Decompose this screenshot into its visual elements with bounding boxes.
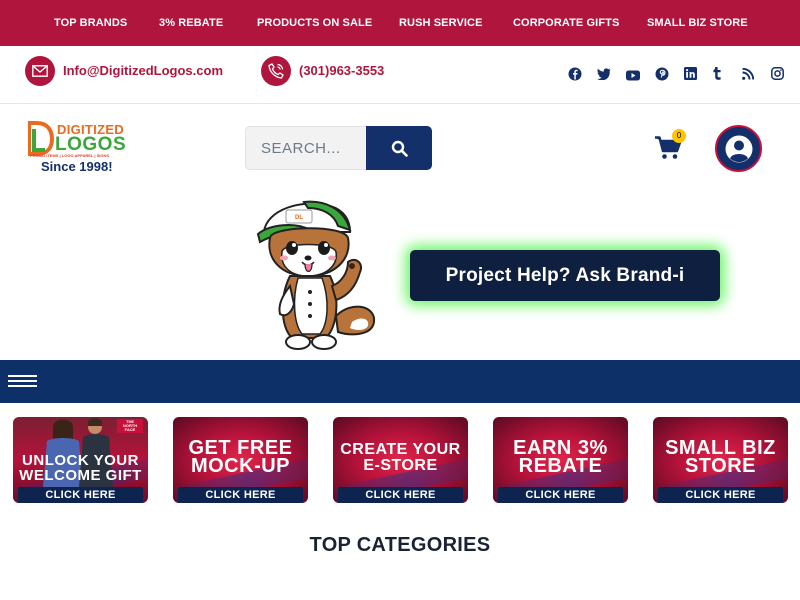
tumblr-icon[interactable]: [713, 67, 727, 81]
phone-icon: [261, 56, 291, 86]
contact-bar: Info@DigitizedLogos.com (301)963-3553: [0, 46, 800, 104]
promo-rebate-line2: REBATE: [518, 455, 603, 477]
promo-welcome-cta: CLICK HERE: [18, 487, 143, 503]
promo-smallbiz-cta: CLICK HERE: [658, 487, 783, 503]
promo-mockup-cta: CLICK HERE: [178, 487, 303, 503]
promo-welcome-line2: WELCOME GIFT: [19, 467, 142, 484]
section-title-top-categories: TOP CATEGORIES: [309, 534, 491, 556]
twitter-icon[interactable]: [597, 67, 611, 81]
nav-small-biz-store[interactable]: SMALL BIZ STORE: [647, 17, 748, 29]
cart-count-badge: 0: [672, 129, 686, 143]
promo-welcome-gift[interactable]: THE NORTH FACE UNLOCK YOUR WELCOME GIFT …: [13, 417, 148, 503]
email-icon: [25, 56, 55, 86]
svg-text:DL: DL: [295, 215, 303, 221]
nav-top-brands[interactable]: TOP BRANDS: [54, 17, 127, 29]
hamburger-menu-icon[interactable]: [8, 375, 37, 387]
promo-estore-line1: CREATE YOUR: [340, 441, 461, 458]
pinterest-icon[interactable]: [655, 67, 669, 81]
search-icon: [391, 140, 408, 157]
nav-rush-service[interactable]: RUSH SERVICE: [399, 17, 483, 29]
promo-mockup-line2: MOCK-UP: [190, 455, 291, 477]
youtube-icon[interactable]: [626, 68, 640, 81]
linkedin-icon[interactable]: [684, 67, 698, 81]
nav-rebate[interactable]: 3% REBATE: [159, 17, 223, 29]
promo-small-biz-store[interactable]: SMALL BIZ STORE CLICK HERE: [653, 417, 788, 503]
site-logo[interactable]: DIGITIZED LOGOS PROMO ITEMS | LOGO APPAR…: [27, 121, 130, 177]
nav-products-on-sale[interactable]: PRODUCTS ON SALE: [257, 17, 372, 29]
facebook-icon[interactable]: [568, 67, 582, 81]
top-nav: TOP BRANDS 3% REBATE PRODUCTS ON SALE RU…: [0, 0, 800, 46]
promo-create-estore[interactable]: CREATE YOUR E-STORE CLICK HERE: [333, 417, 468, 503]
search-input[interactable]: SEARCH...: [245, 126, 366, 170]
account-button[interactable]: [715, 125, 762, 172]
promo-estore-line2: E-STORE: [363, 457, 438, 474]
promo-smallbiz-line2: STORE: [684, 455, 757, 477]
promo-free-mockup[interactable]: GET FREE MOCK-UP CLICK HERE: [173, 417, 308, 503]
rss-icon[interactable]: [742, 67, 756, 81]
instagram-icon[interactable]: [771, 67, 785, 81]
search-box: SEARCH...: [245, 126, 432, 170]
main-menu-bar: [0, 360, 800, 403]
north-face-badge: THE NORTH FACE: [122, 419, 138, 432]
project-help-button[interactable]: Project Help? Ask Brand-i: [410, 250, 720, 301]
email-link[interactable]: Info@DigitizedLogos.com: [63, 63, 223, 78]
promo-estore-cta: CLICK HERE: [338, 487, 463, 503]
cart-button[interactable]: 0: [655, 129, 691, 163]
logo-since: Since 1998!: [41, 159, 113, 174]
search-button[interactable]: [366, 126, 432, 170]
promo-rebate-cta: CLICK HERE: [498, 487, 623, 503]
user-icon: [725, 135, 752, 162]
promo-welcome-line1: UNLOCK YOUR: [22, 452, 139, 469]
phone-link[interactable]: (301)963-3553: [299, 63, 384, 78]
nav-corporate-gifts[interactable]: CORPORATE GIFTS: [513, 17, 619, 29]
logo-tagline: PROMO ITEMS | LOGO APPAREL | SIGNS: [30, 153, 110, 158]
promo-earn-rebate[interactable]: EARN 3% REBATE CLICK HERE: [493, 417, 628, 503]
mascot-illustration: DL: [252, 196, 384, 354]
